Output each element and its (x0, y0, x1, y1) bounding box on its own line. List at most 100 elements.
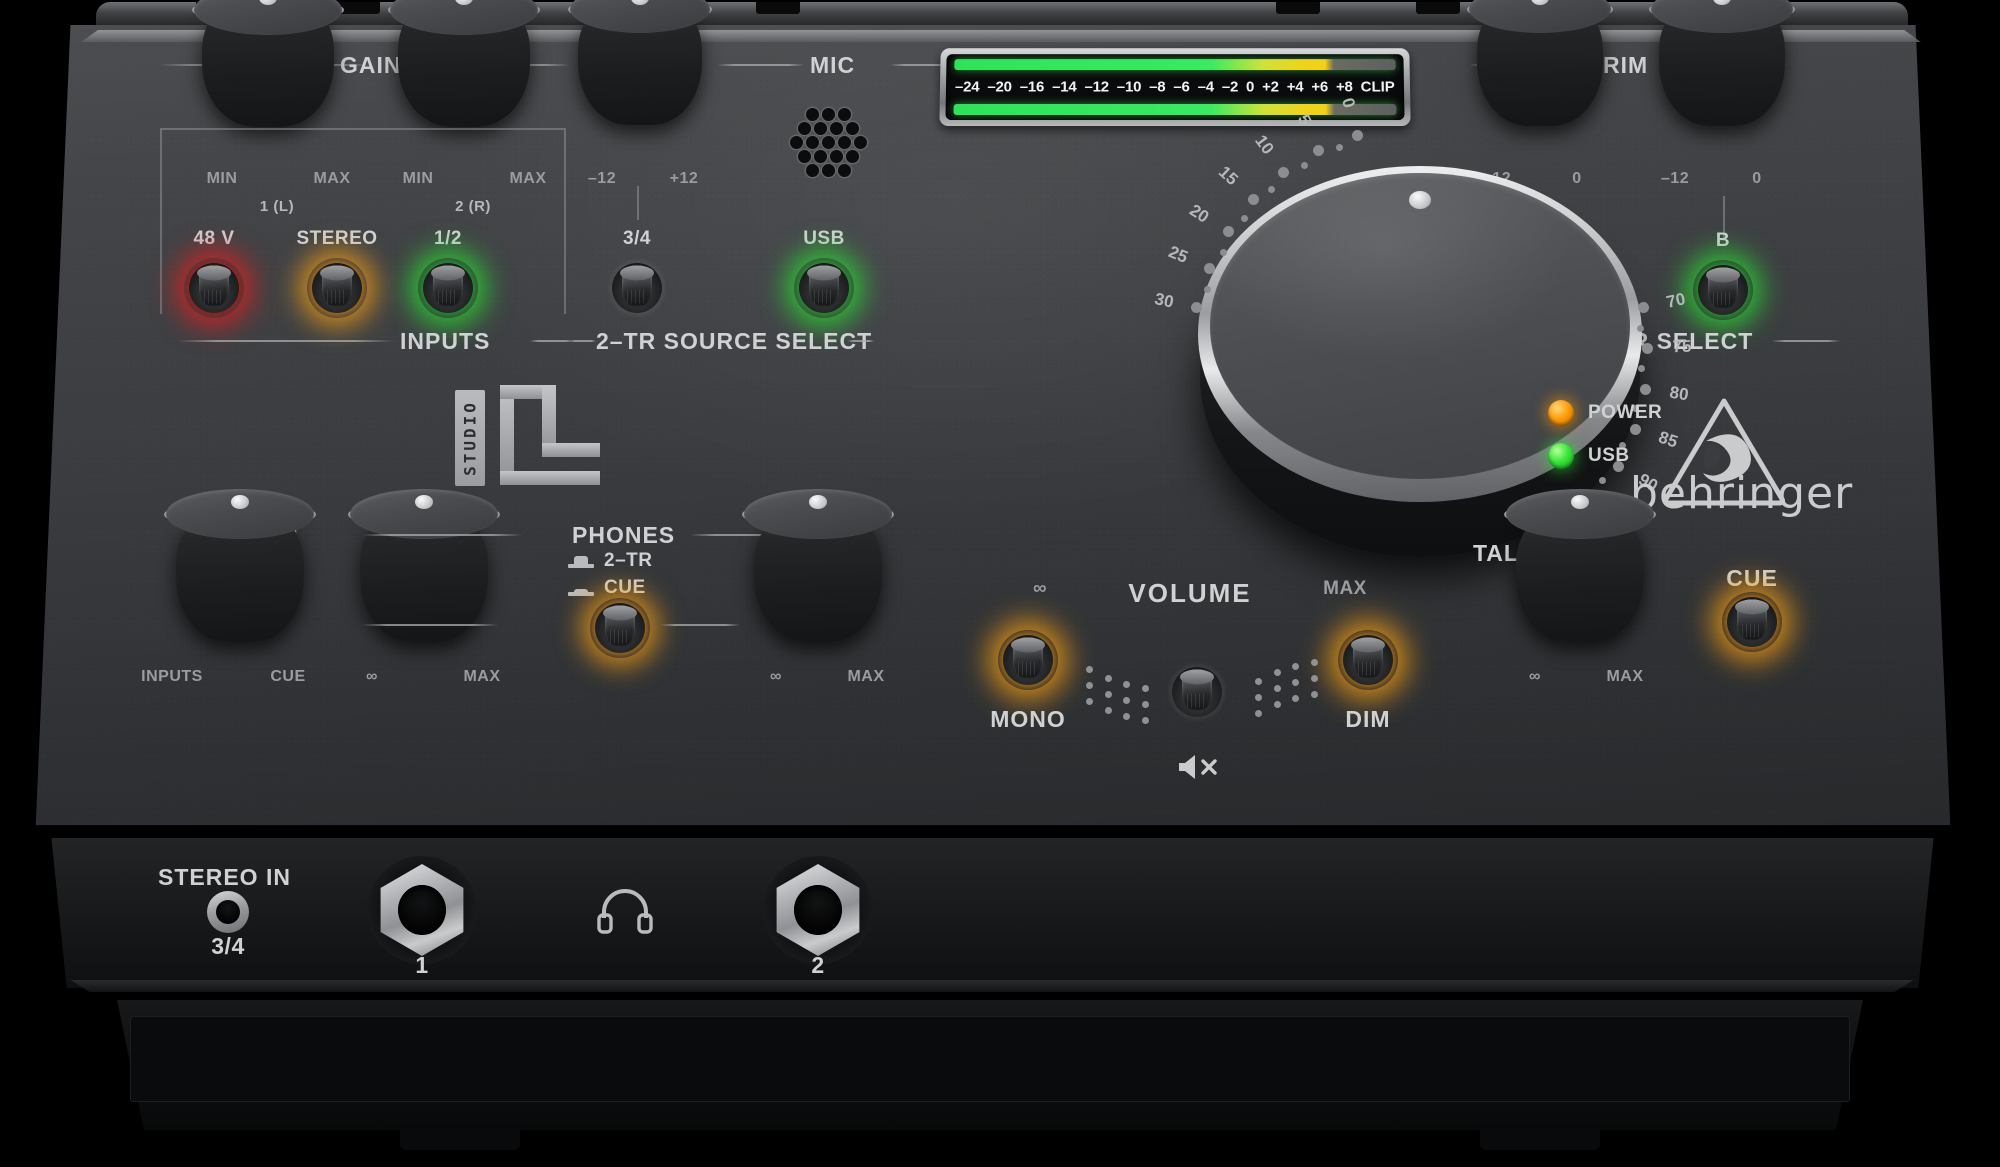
source-cue-icon (568, 584, 594, 596)
level-meter-face: –24 –20 –16 –14 –12 –10 –8 –6 –4 –2 0 +2 +4 +6 +8 CLIP (945, 54, 1405, 121)
two-tr-source-select-label: 2–TR SOURCE SELECT (596, 328, 873, 354)
volume-scale-tick (1351, 130, 1363, 142)
mic-rule-left (718, 64, 804, 66)
volume-min-label: ∞ (1032, 578, 1048, 599)
cue-button-label: CUE (1726, 565, 1778, 591)
arc-dot (1104, 690, 1112, 698)
trim-a-knob[interactable] (1460, 0, 1620, 133)
mic-grille-hole (790, 136, 803, 149)
arc-dot (1254, 710, 1262, 718)
top-rail (96, 2, 1908, 28)
level-meter-scale: –24 –20 –16 –14 –12 –10 –8 –6 –4 –2 0 +2 +4 +6 +8 CLIP (946, 79, 1404, 96)
source-34-tick (637, 186, 639, 220)
meter-tick: –24 (954, 78, 980, 96)
mic-grille-hole (830, 150, 843, 163)
meter-tick: –4 (1197, 78, 1214, 96)
arc-dot (1311, 690, 1319, 698)
inputs-rule-right (530, 340, 574, 342)
studio-tag-text: STUDIO (460, 400, 480, 476)
gain-2-knob[interactable] (384, 0, 544, 133)
volume-knob-pointer (1409, 190, 1431, 209)
phones-2-knob[interactable] (728, 487, 908, 657)
usb-label: USB (1588, 445, 1630, 466)
talkback-knob[interactable] (1490, 487, 1670, 657)
volume-scale-tick (1222, 226, 1234, 238)
meter-tick: –2 (1221, 78, 1239, 96)
meter-tick: CLIP (1360, 78, 1395, 96)
mic-grille-hole (822, 136, 835, 149)
power-led (1548, 400, 1574, 426)
behringer-studio-l-device: GAIN MIN MAX MIN MAX 1 (L) 2 (R) MIC –12… (0, 0, 2000, 1167)
meter-tick: –6 (1173, 78, 1190, 96)
arc-dot (1254, 678, 1262, 686)
level-meter: –24 –20 –16 –14 –12 –10 –8 –6 –4 –2 0 +2 +4 +6 +8 CLIP (939, 48, 1411, 127)
mic-trim-knob[interactable] (560, 0, 720, 133)
phones-1-min-label: ∞ (366, 668, 378, 685)
twotr-rule-right (848, 340, 874, 342)
arc-dot (1311, 674, 1319, 682)
volume-label: VOLUME (1128, 578, 1252, 608)
source-2tr-icon (568, 556, 594, 568)
phones-rule-left (362, 534, 522, 536)
meter-tick: +8 (1335, 78, 1353, 96)
trim-b-min-label: –12 (1660, 170, 1690, 187)
inputs-label: INPUTS (400, 328, 491, 354)
mic-label: MIC (810, 52, 856, 78)
front-panel (51, 838, 1934, 988)
volume-scale-tick (1636, 325, 1644, 333)
arc-dot (1104, 674, 1112, 682)
monitor-b-label: B (1715, 230, 1731, 251)
mono-label: MONO (990, 706, 1066, 732)
artist-mixing-max-label: CUE (270, 668, 306, 685)
headphone-jack-1-label: 1 (415, 952, 429, 978)
foot-right (1480, 1128, 1600, 1150)
meter-tick: +2 (1262, 78, 1279, 96)
volume-max-label: MAX (1323, 578, 1367, 599)
arc-dot (1141, 701, 1149, 709)
volume-scale-tick (1639, 383, 1651, 395)
phones-label: PHONES (572, 522, 676, 548)
input-stereo-label: STEREO (296, 228, 378, 249)
artist-mixing-min-label: INPUTS (141, 668, 203, 685)
trim-b-knob[interactable] (1642, 0, 1802, 133)
meter-tick: +6 (1311, 78, 1329, 96)
stereo-in-label: STEREO IN (158, 864, 291, 890)
mic-trim-max-label: +12 (669, 170, 699, 187)
volume-knob-top (1210, 172, 1630, 479)
mic-grille-hole (798, 122, 811, 135)
foot-left (400, 1128, 520, 1150)
volume-scale-tick (1300, 162, 1308, 170)
volume-scale-tick (1203, 262, 1215, 274)
mic-grille-hole (838, 108, 851, 121)
meter-tick: 0 (1245, 78, 1255, 96)
level-meter-bar-right (953, 103, 1397, 115)
volume-scale-number: 75 (1672, 337, 1692, 357)
trim-b-max-label: 0 (1752, 170, 1762, 187)
mic-grille-hole (854, 136, 867, 149)
arc-dot (1141, 685, 1149, 693)
power-label: POWER (1588, 402, 1663, 423)
mute-speaker-icon (1179, 755, 1217, 779)
monitorsel-rule-right (1772, 340, 1840, 342)
input-48v-label: 48 V (193, 228, 235, 249)
arc-dot (1254, 694, 1262, 702)
volume-scale-tick (1219, 248, 1227, 256)
phones-1-knob[interactable] (334, 487, 514, 657)
source-usb-label: USB (803, 228, 845, 249)
stereo-in-minijack[interactable] (207, 891, 249, 933)
mic-grille-hole (806, 136, 819, 149)
phones-2-max-label: MAX (847, 668, 885, 685)
gain-1-knob[interactable] (188, 0, 348, 133)
arc-dot (1311, 658, 1319, 666)
stereo-in-sub-label: 3/4 (211, 933, 245, 959)
phones-source-2tr-label: 2–TR (604, 550, 653, 571)
mic-grille-hole (822, 108, 835, 121)
volume-scale-tick (1247, 194, 1259, 205)
artist-mixing-knob[interactable] (150, 487, 330, 657)
level-meter-bar-left (954, 59, 1396, 71)
phones-1-max-label: MAX (463, 668, 501, 685)
mic-grille-hole (814, 122, 827, 135)
headphone-jack-2-label: 2 (811, 952, 825, 978)
volume-scale-tick (1278, 166, 1290, 178)
mic-grille-hole (830, 122, 843, 135)
